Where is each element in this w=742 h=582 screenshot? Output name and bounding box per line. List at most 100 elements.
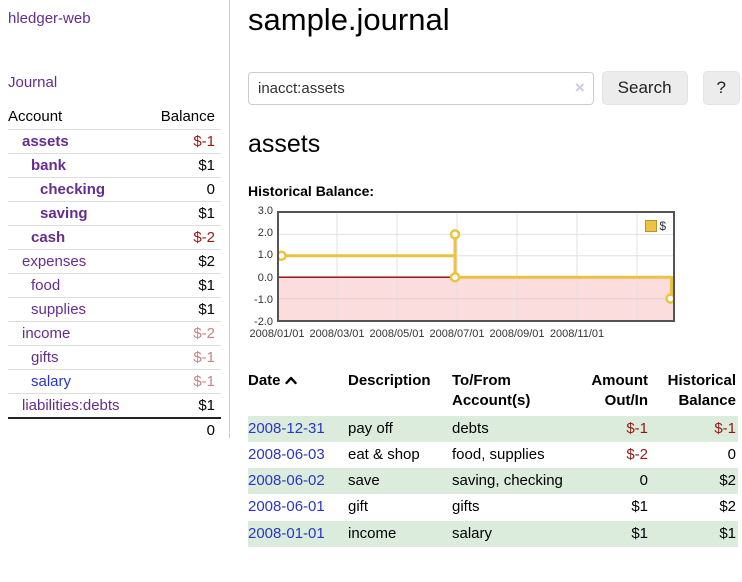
x-tick: 2008/05/01 [364, 328, 430, 340]
account-row: income $-2 [8, 322, 221, 346]
data-point-marker [451, 273, 459, 281]
account-link-bank[interactable]: bank [31, 157, 66, 174]
x-tick: 2008/09/01 [484, 328, 550, 340]
legend-swatch-icon [645, 220, 657, 232]
account-row: food $1 [8, 274, 221, 298]
transaction-balance: $1 [650, 521, 738, 547]
account-balance: $-1 [146, 346, 221, 370]
account-link-assets[interactable]: assets [22, 133, 69, 150]
accounts-total-value: 0 [146, 418, 221, 442]
transaction-balance: $-1 [650, 416, 738, 442]
account-row: saving $1 [8, 202, 221, 226]
register-header-accounts: To/From Account(s) [452, 369, 578, 416]
search-button[interactable]: Search [602, 71, 688, 105]
sidebar-item-journal[interactable]: Journal [8, 74, 221, 91]
transaction-accounts: food, supplies [452, 442, 578, 468]
transaction-date-link[interactable]: 2008-06-02 [248, 472, 325, 489]
account-link-supplies[interactable]: supplies [31, 301, 86, 318]
help-button[interactable]: ? [703, 71, 740, 105]
account-link-salary[interactable]: salary [31, 373, 71, 390]
transaction-accounts: salary [452, 521, 578, 547]
accounts-header-balance: Balance [146, 105, 221, 130]
y-tick: -2.0 [248, 316, 273, 328]
accounts-table: Account Balance assets $-1 bank $1 check… [8, 105, 221, 442]
transaction-date-link[interactable]: 2008-06-03 [248, 446, 325, 463]
transaction-description: eat & shop [348, 442, 452, 468]
account-balance: $1 [146, 394, 221, 419]
chart-plot-area: $ [277, 211, 675, 322]
transaction-accounts: debts [452, 416, 578, 442]
transaction-balance: $2 [650, 468, 738, 494]
account-balance: $-2 [146, 226, 221, 250]
transaction-date-link[interactable]: 2008-06-01 [248, 498, 325, 515]
account-balance: $-1 [146, 370, 221, 394]
accounts-header-row: Account Balance [8, 105, 221, 130]
account-link-saving[interactable]: saving [40, 205, 88, 222]
page-title: sample.journal [248, 2, 740, 38]
register-row: 2008-06-02 save saving, checking 0 $2 [248, 468, 738, 494]
sidebar: hledger-web Journal Account Balance asse… [0, 0, 230, 438]
chart-title: Historical Balance: [248, 183, 740, 199]
account-row: supplies $1 [8, 298, 221, 322]
x-tick: 2008/07/01 [424, 328, 490, 340]
account-link-expenses[interactable]: expenses [22, 253, 86, 270]
transaction-description: gift [348, 494, 452, 520]
transaction-amount: $1 [578, 521, 650, 547]
account-heading: assets [248, 130, 740, 159]
date-header-label: Date [248, 372, 281, 389]
account-balance: $-1 [146, 130, 221, 154]
account-row: cash $-2 [8, 226, 221, 250]
account-link-gifts[interactable]: gifts [31, 349, 59, 366]
account-row: assets $-1 [8, 130, 221, 154]
x-tick: 2008/01/01 [244, 328, 310, 340]
transaction-date-link[interactable]: 2008-12-31 [248, 420, 325, 437]
account-link-cash[interactable]: cash [31, 229, 65, 246]
register-row: 2008-12-31 pay off debts $-1 $-1 [248, 416, 738, 442]
transaction-accounts: gifts [452, 494, 578, 520]
data-point-marker [667, 295, 674, 303]
register-header-date[interactable]: Date [248, 369, 348, 416]
account-row: gifts $-1 [8, 346, 221, 370]
account-row: expenses $2 [8, 250, 221, 274]
account-link-checking[interactable]: checking [40, 181, 105, 198]
chart-canvas [279, 213, 673, 320]
transaction-amount: $-2 [578, 442, 650, 468]
account-row: liabilities:debts $1 [8, 394, 221, 419]
search-input[interactable] [248, 72, 594, 105]
legend-label: $ [659, 219, 666, 233]
sort-asc-icon [285, 371, 297, 391]
clear-search-icon[interactable]: × [575, 78, 585, 98]
transaction-balance: 0 [650, 442, 738, 468]
account-balance: $1 [146, 154, 221, 178]
register-row: 2008-06-01 gift gifts $1 $2 [248, 494, 738, 520]
register-header-amount: Amount Out/In [578, 369, 650, 416]
chart-legend: $ [643, 218, 668, 234]
account-balance: $1 [146, 298, 221, 322]
transaction-accounts: saving, checking [452, 468, 578, 494]
account-link-income[interactable]: income [22, 325, 70, 342]
account-balance: $-2 [146, 322, 221, 346]
account-balance: $1 [146, 274, 221, 298]
transaction-description: pay off [348, 416, 452, 442]
transaction-date-link[interactable]: 2008-01-01 [248, 525, 325, 542]
register-row: 2008-01-01 income salary $1 $1 [248, 521, 738, 547]
search-bar: × Search ? [248, 71, 740, 105]
transaction-amount: 0 [578, 468, 650, 494]
account-link-food[interactable]: food [31, 277, 60, 294]
account-link-liabilities-debts[interactable]: liabilities:debts [22, 397, 120, 414]
x-tick: 2008/03/01 [304, 328, 370, 340]
transaction-amount: $1 [578, 494, 650, 520]
accounts-header-account: Account [8, 105, 146, 130]
transaction-description: income [348, 521, 452, 547]
y-tick: 2.0 [248, 227, 273, 239]
y-tick: 1.0 [248, 249, 273, 261]
transaction-amount: $-1 [578, 416, 650, 442]
account-row: bank $1 [8, 154, 221, 178]
data-point-marker [451, 230, 459, 238]
y-tick: 0.0 [248, 272, 273, 284]
x-tick: 2008/11/01 [544, 328, 610, 340]
register-header-row: Date Description To/From Account(s) Amou… [248, 369, 738, 416]
app-title-link[interactable]: hledger-web [8, 10, 221, 27]
account-row: salary $-1 [8, 370, 221, 394]
y-tick: 3.0 [248, 205, 273, 217]
